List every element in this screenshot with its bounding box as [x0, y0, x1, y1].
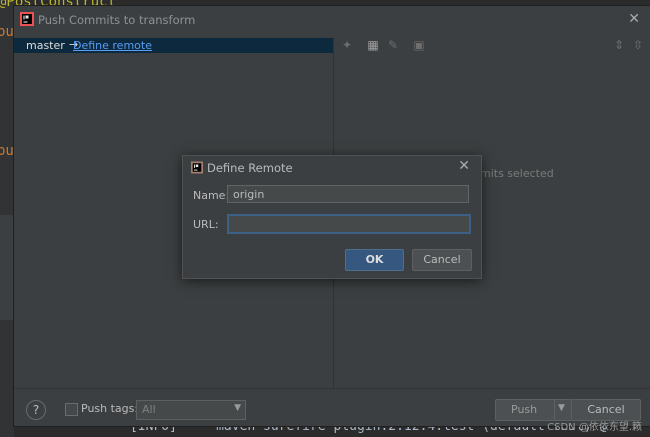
close-icon[interactable]: ✕ [628, 11, 640, 27]
remote-url-input[interactable] [227, 214, 471, 234]
chevron-down-icon: ▼ [234, 403, 241, 413]
branch-name: master [26, 39, 65, 52]
push-dialog-title: Push Commits to transform [38, 13, 196, 27]
push-tags-select[interactable]: All ▼ [136, 400, 246, 420]
edit-icon[interactable]: ✎ [386, 38, 400, 52]
editor-keyword-fragment: bu [0, 24, 14, 40]
url-label: URL: [193, 218, 219, 231]
intellij-logo-icon [20, 12, 34, 26]
intellij-logo-icon [191, 161, 203, 174]
editor-gutter-highlight [0, 215, 14, 320]
editor-keyword-fragment-2: bu [0, 143, 14, 159]
watermark: CSDN @依依东望.籁 [547, 422, 642, 433]
pin-icon[interactable]: ✦ [340, 38, 354, 52]
push-button-divider [554, 400, 555, 420]
help-button[interactable]: ? [26, 400, 46, 420]
ok-button[interactable]: OK [345, 249, 404, 271]
close-icon[interactable]: ✕ [458, 158, 470, 174]
define-remote-title: Define Remote [207, 161, 293, 175]
cancel-button[interactable]: Cancel [412, 249, 472, 271]
push-button-label: Push [511, 403, 538, 416]
collapse-all-icon[interactable]: ⇳ [631, 38, 645, 52]
remote-name-input[interactable] [227, 185, 469, 203]
name-label: Name: [193, 189, 230, 202]
chevron-down-icon[interactable]: ▼ [558, 403, 565, 413]
expand-all-icon[interactable]: ⇕ [612, 38, 626, 52]
preview-icon[interactable]: ▣ [412, 38, 426, 52]
define-remote-link[interactable]: Define remote [73, 39, 152, 52]
no-commits-selected-text: mits selected [480, 167, 554, 180]
branch-row[interactable]: master → Define remote [14, 38, 333, 53]
push-dialog-titlebar: Push Commits to transform ✕ [14, 6, 650, 34]
push-tags-checkbox[interactable] [65, 403, 78, 416]
define-remote-dialog: Define Remote ✕ Name: URL: OK Cancel [182, 155, 482, 279]
push-tags-label: Push tags: [81, 402, 139, 415]
push-tags-select-value: All [142, 403, 156, 416]
group-by-icon[interactable]: ▦ [366, 38, 380, 52]
